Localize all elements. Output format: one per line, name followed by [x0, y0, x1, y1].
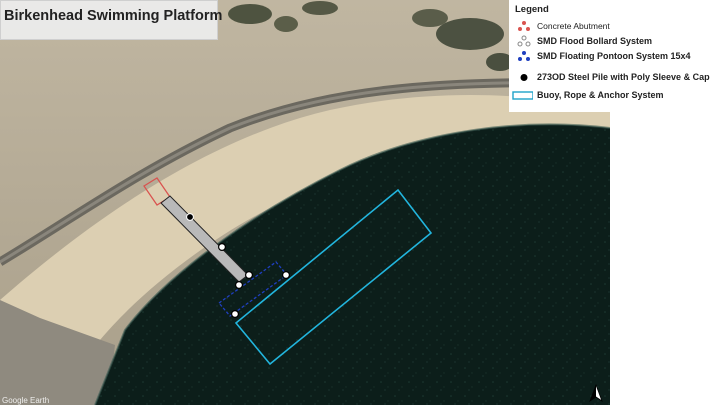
legend-label: 273OD Steel Pile with Poly Sleeve & Cap [537, 72, 710, 82]
legend-label: Buoy, Rope & Anchor System [537, 90, 664, 100]
legend-label: SMD Flood Bollard System [537, 36, 653, 46]
legend-label: Concrete Abutment [537, 21, 610, 31]
legend-panel: Legend Concrete Abutment SMD Flood Bolla… [509, 0, 718, 112]
steel-pile-icon [520, 74, 528, 81]
steel-pile[interactable] [235, 281, 244, 290]
steel-pile[interactable] [218, 243, 227, 252]
north-arrow-icon [589, 384, 603, 402]
steel-pile[interactable] [231, 310, 240, 319]
legend-item-buoy-rope-anchor: Buoy, Rope & Anchor System [512, 89, 718, 102]
legend-title: Legend [515, 4, 549, 15]
concrete-abutment-icon [518, 21, 530, 31]
flood-bollard-icon [517, 35, 531, 47]
legend-item-floating-pontoon: SMD Floating Pontoon System 15x4 [513, 50, 718, 63]
legend-label: SMD Floating Pontoon System 15x4 [537, 51, 691, 61]
map-title: Birkenhead Swimming Platform [4, 8, 223, 24]
steel-pile[interactable] [282, 271, 291, 280]
steel-pile[interactable] [186, 213, 194, 221]
legend-item-steel-pile: 273OD Steel Pile with Poly Sleeve & Cap [513, 71, 718, 84]
buoy-area-icon [512, 91, 533, 100]
steel-pile[interactable] [245, 271, 254, 280]
legend-item-concrete-abutment: Concrete Abutment [513, 20, 718, 33]
map-attribution: Google Earth [2, 396, 50, 405]
map-title-box: Birkenhead Swimming Platform [0, 0, 222, 40]
legend-item-flood-bollard: SMD Flood Bollard System [513, 35, 718, 48]
floating-pontoon-icon [518, 51, 530, 61]
